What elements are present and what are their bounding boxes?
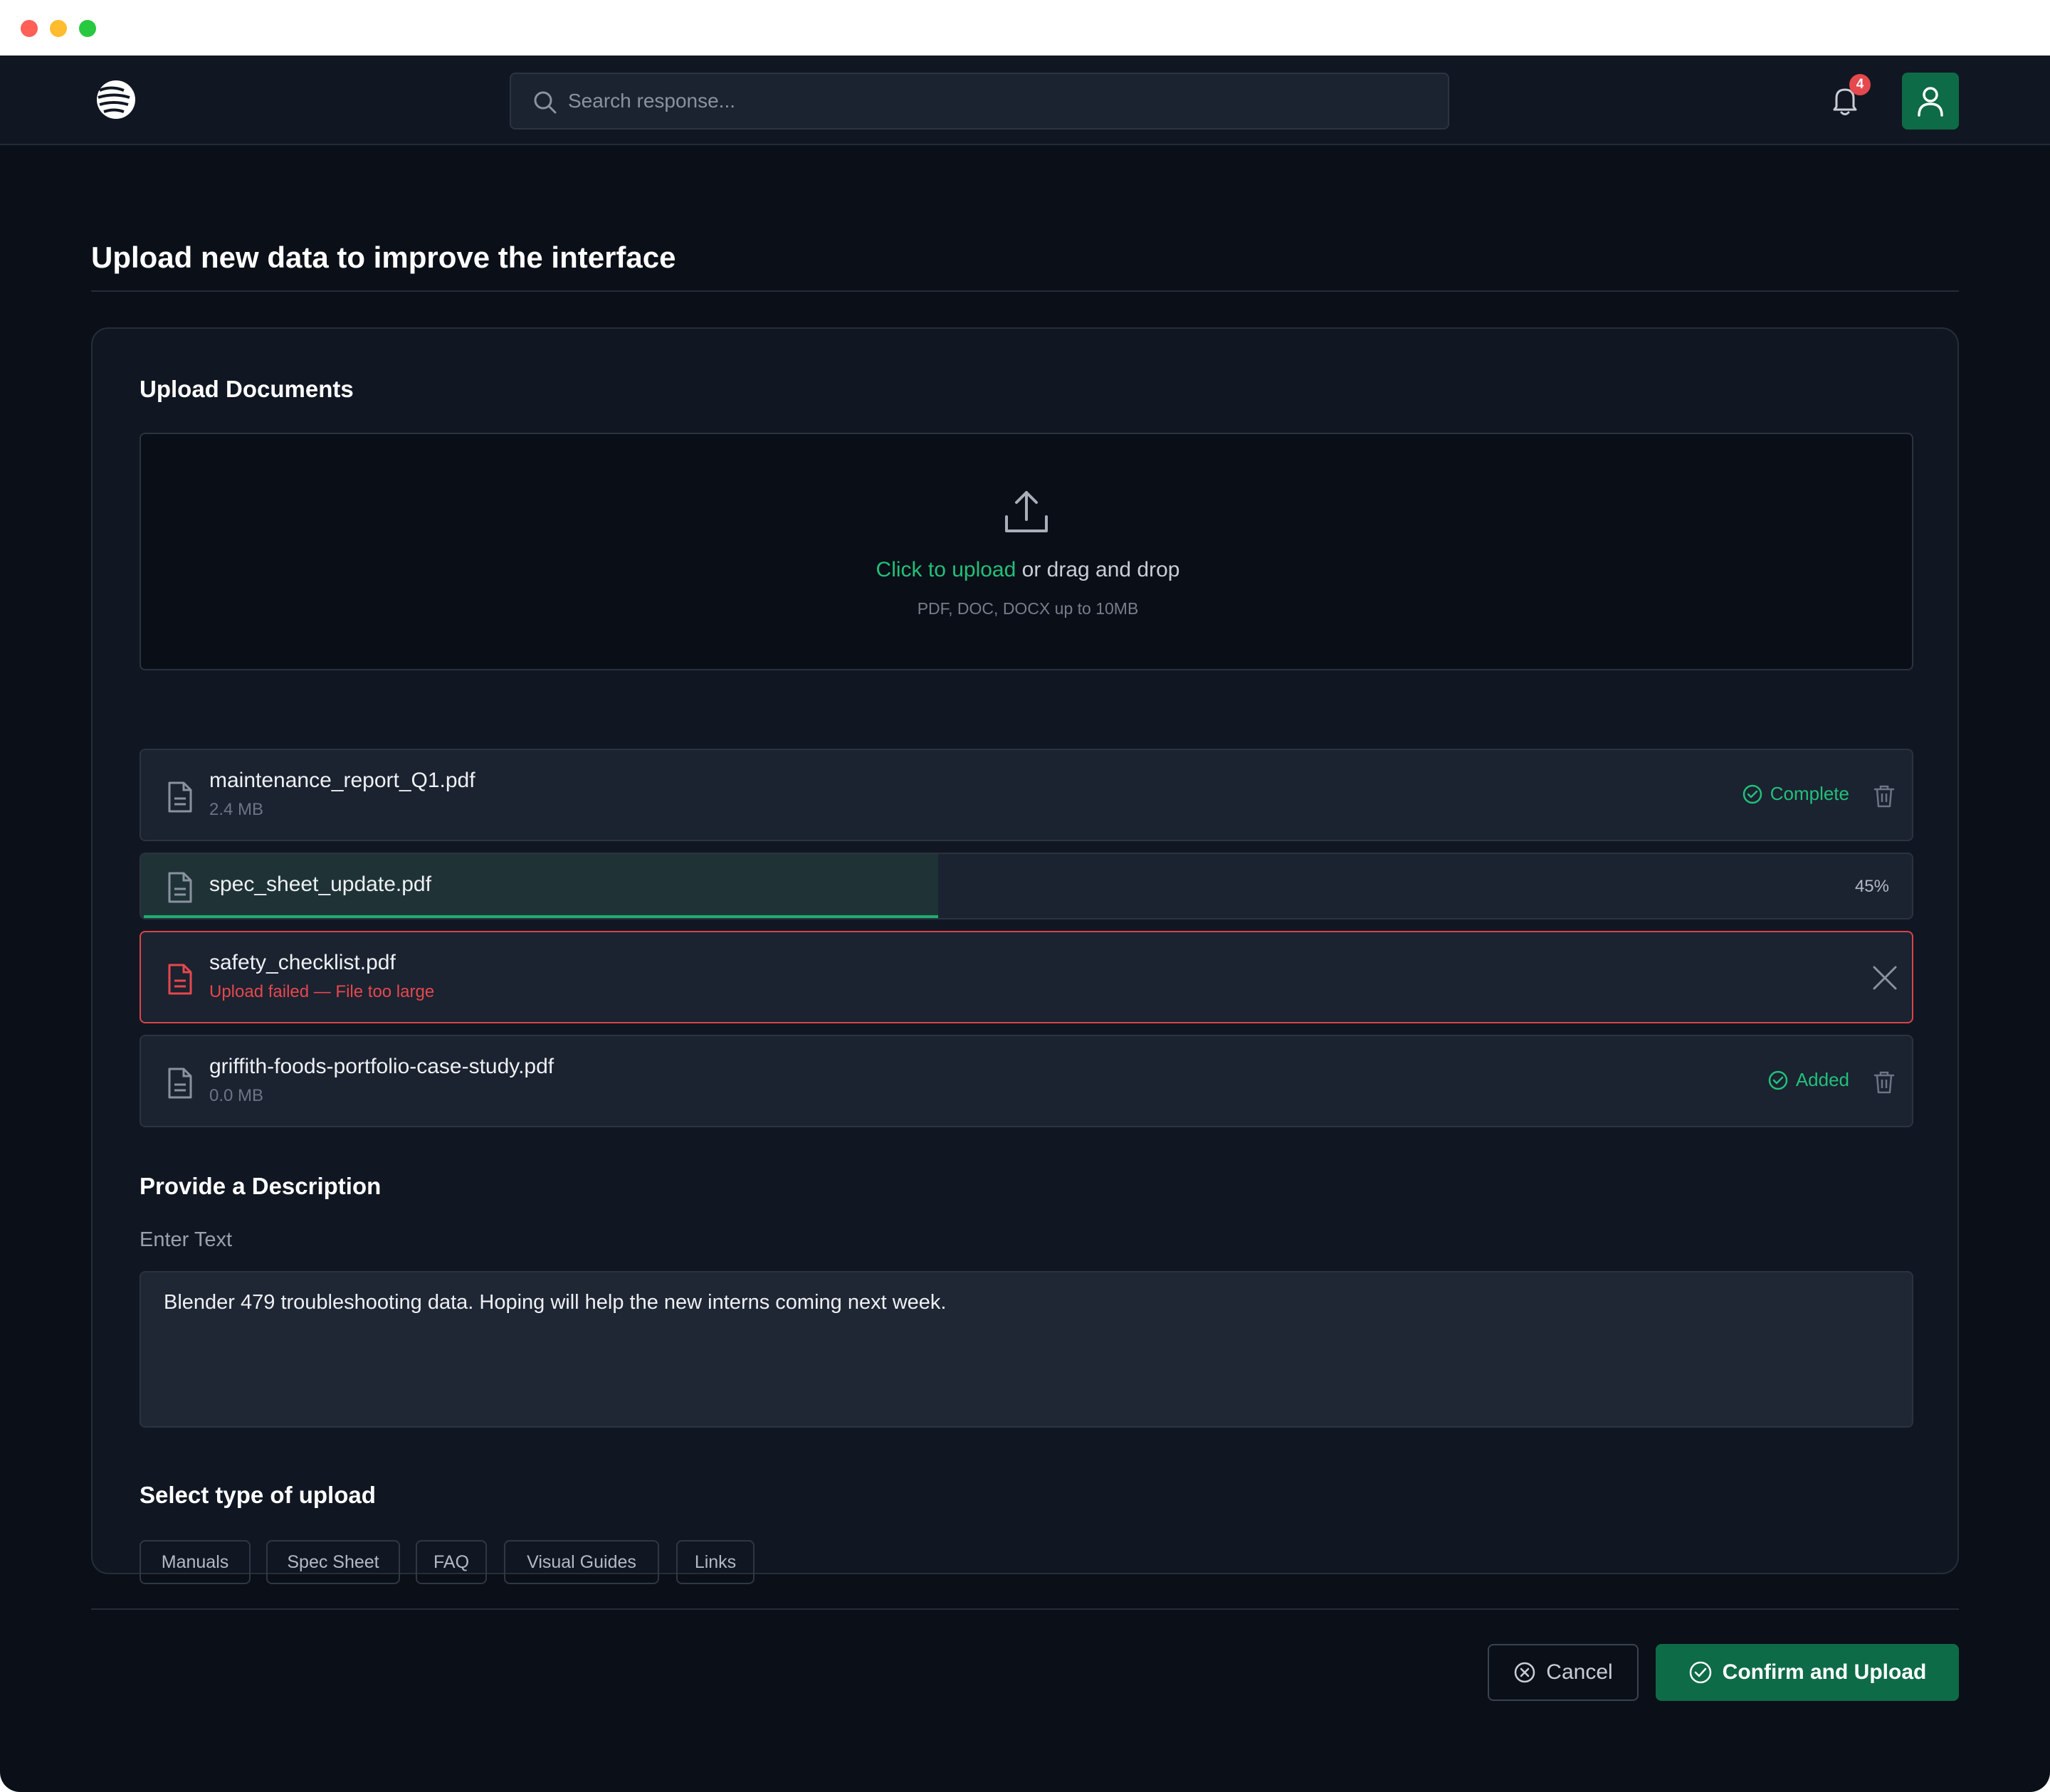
- upload-type-links[interactable]: Links: [676, 1540, 755, 1584]
- upload-status-added: Added: [1767, 1069, 1849, 1091]
- window-minimize-control[interactable]: [50, 20, 67, 37]
- trash-icon[interactable]: [1873, 1070, 1895, 1095]
- window-titlebar: [0, 0, 2050, 56]
- description-heading: Provide a Description: [140, 1173, 382, 1199]
- title-divider: [91, 290, 1959, 292]
- upload-type-heading: Select type of upload: [140, 1482, 376, 1508]
- search-bar[interactable]: [510, 73, 1449, 130]
- cancel-button[interactable]: Cancel: [1488, 1644, 1639, 1701]
- status-label: Added: [1795, 1069, 1849, 1090]
- trash-icon[interactable]: [1873, 784, 1895, 808]
- close-circle-icon: [1515, 1662, 1535, 1683]
- check-circle-icon: [1742, 784, 1762, 803]
- file-row-error: safety_checklist.pdf Upload failed — Fil…: [140, 931, 1913, 1023]
- document-icon: [168, 1068, 192, 1099]
- top-navigation-bar: 4: [0, 56, 2050, 145]
- file-row-complete: maintenance_report_Q1.pdf 2.4 MB Complet…: [140, 749, 1913, 841]
- file-name: spec_sheet_update.pdf: [209, 873, 431, 896]
- file-dropzone[interactable]: Click to upload or drag and drop PDF, DO…: [140, 433, 1913, 670]
- file-name: griffith-foods-portfolio-case-study.pdf: [209, 1055, 554, 1078]
- window-maximize-control[interactable]: [79, 20, 96, 37]
- dropzone-instructions: Click to upload or drag and drop: [141, 558, 1915, 582]
- cancel-button-label: Cancel: [1546, 1660, 1613, 1684]
- browser-window: 4 Upload new data to improve the interfa…: [0, 0, 2050, 1792]
- drag-and-drop-text: or drag and drop: [1016, 558, 1180, 581]
- file-size: 2.4 MB: [209, 800, 264, 819]
- file-size: 0.0 MB: [209, 1086, 264, 1105]
- upload-error-message: Upload failed — File too large: [209, 982, 435, 1001]
- search-input[interactable]: [568, 81, 1422, 121]
- close-icon[interactable]: [1872, 965, 1898, 991]
- description-textarea[interactable]: Blender 479 troubleshooting data. Hoping…: [140, 1271, 1913, 1428]
- page-title: Upload new data to improve the interface: [91, 241, 676, 274]
- file-row-added: griffith-foods-portfolio-case-study.pdf …: [140, 1035, 1913, 1127]
- upload-form-card: Upload Documents Click to upload or drag…: [91, 327, 1959, 1584]
- document-icon: [168, 872, 192, 903]
- check-circle-icon: [1689, 1661, 1711, 1684]
- window-close-control[interactable]: [21, 20, 38, 37]
- click-to-upload-link[interactable]: Click to upload: [876, 558, 1016, 581]
- document-error-icon: [168, 964, 192, 995]
- user-icon: [1918, 87, 1943, 117]
- upload-type-spec-sheet[interactable]: Spec Sheet: [266, 1540, 400, 1584]
- upload-status-complete: Complete: [1742, 783, 1849, 805]
- upload-icon: [1005, 491, 1048, 532]
- upload-progress-percent: 45%: [1854, 877, 1889, 896]
- dropzone-file-type-hint: PDF, DOC, DOCX up to 10MB: [917, 599, 1139, 618]
- upload-documents-heading: Upload Documents: [140, 376, 354, 402]
- footer-divider: [91, 1608, 1959, 1610]
- notification-count-badge: 4: [1849, 74, 1871, 95]
- description-field-label: Enter Text: [140, 1228, 233, 1251]
- status-label: Complete: [1770, 783, 1849, 804]
- confirm-button-label: Confirm and Upload: [1722, 1660, 1927, 1684]
- file-row-uploading: spec_sheet_update.pdf 45%: [140, 853, 1913, 919]
- user-avatar-button[interactable]: [1902, 73, 1959, 130]
- logo-icon[interactable]: [95, 78, 137, 121]
- search-icon: [534, 91, 557, 114]
- upload-type-faq[interactable]: FAQ: [416, 1540, 487, 1584]
- app-content: 4 Upload new data to improve the interfa…: [0, 56, 2050, 1792]
- upload-progress-bar: [144, 915, 938, 918]
- document-icon: [168, 781, 192, 813]
- confirm-upload-button[interactable]: Confirm and Upload: [1656, 1644, 1959, 1701]
- check-circle-icon: [1768, 1070, 1788, 1090]
- file-name: safety_checklist.pdf: [209, 951, 396, 974]
- upload-type-visual-guides[interactable]: Visual Guides: [504, 1540, 659, 1584]
- upload-type-manuals[interactable]: Manuals: [140, 1540, 251, 1584]
- file-name: maintenance_report_Q1.pdf: [209, 769, 475, 792]
